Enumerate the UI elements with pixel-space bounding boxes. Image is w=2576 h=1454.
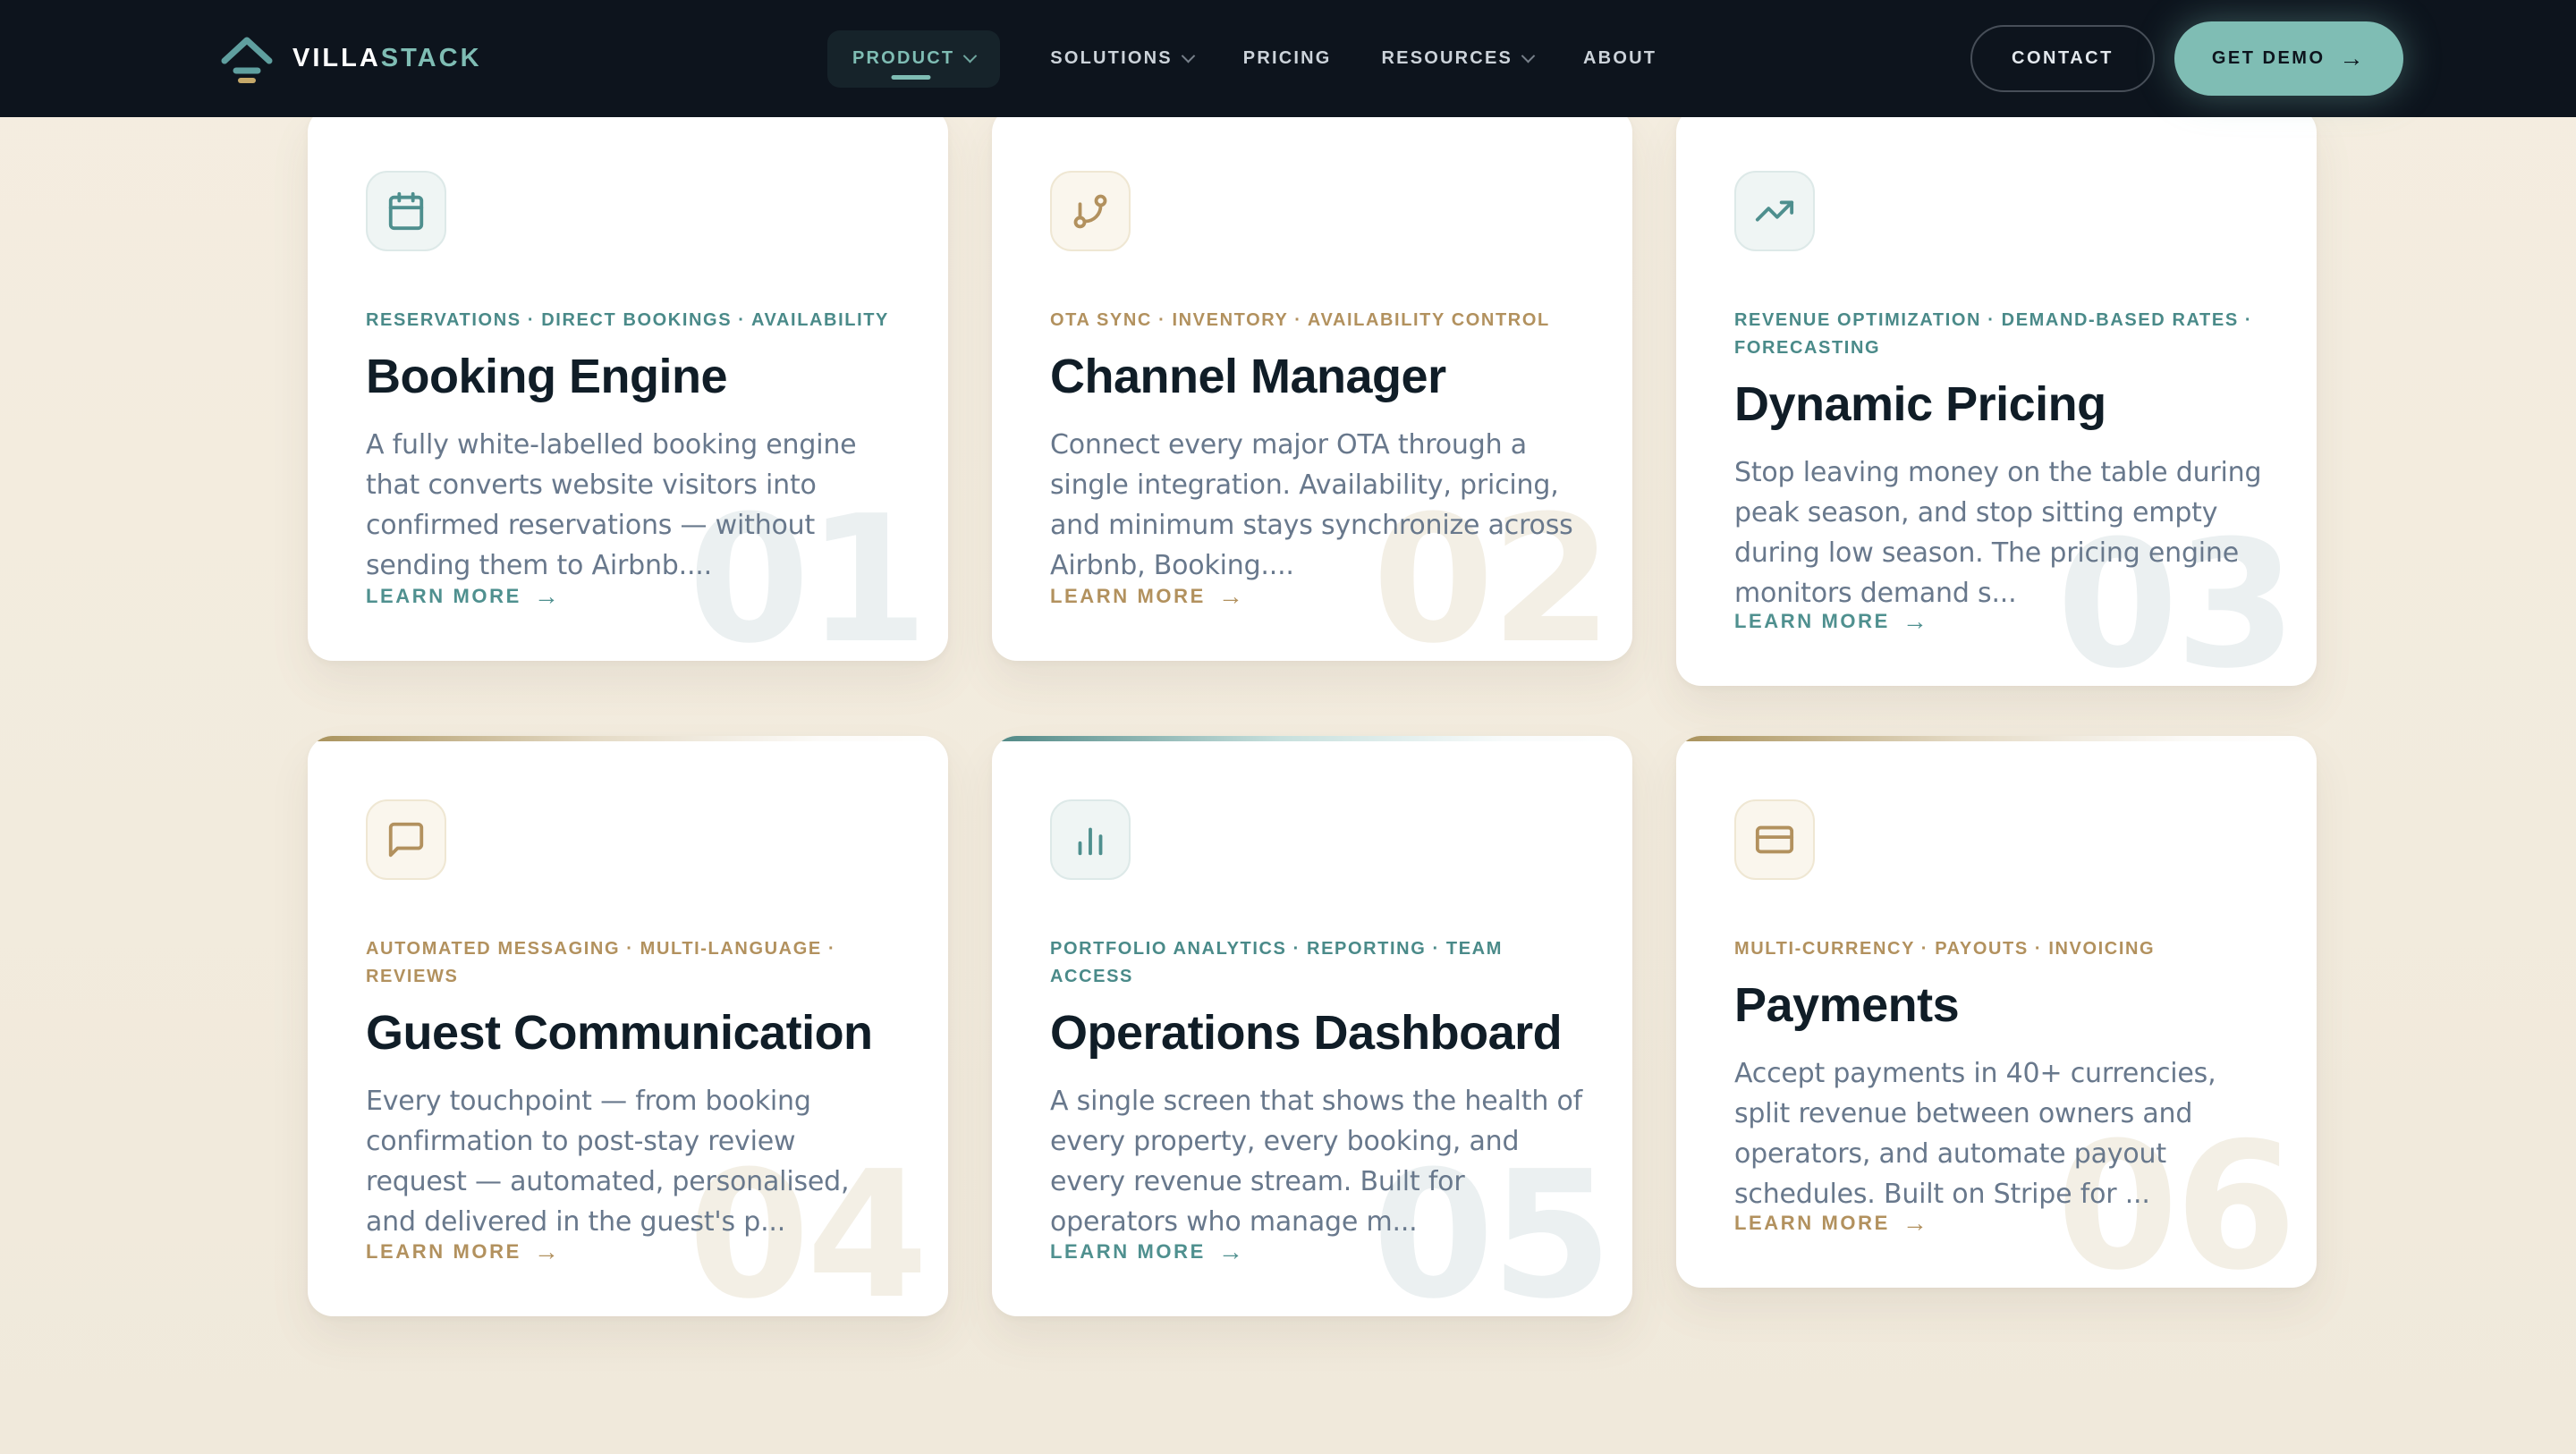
learn-more-link[interactable]: LEARN MORE → <box>1050 582 1243 611</box>
card-payments: 06 MULTI-CURRENCY · PAYOUTS · INVOICING … <box>1676 736 2317 1288</box>
arrow-right-icon: → <box>534 1238 559 1266</box>
brand-name: VILLASTACK <box>292 44 482 73</box>
card-tags: RESERVATIONS · DIRECT BOOKINGS · AVAILAB… <box>366 307 899 334</box>
bar-chart-icon <box>1050 799 1131 880</box>
arrow-right-icon: → <box>2340 45 2367 72</box>
chevron-down-icon <box>1182 49 1196 63</box>
learn-more-link[interactable]: LEARN MORE → <box>1734 607 1928 636</box>
message-square-icon <box>366 799 446 880</box>
card-title: Payments <box>1734 978 2267 1032</box>
card-description: Every touchpoint — from booking confirma… <box>366 1081 899 1242</box>
trending-up-icon <box>1734 171 1815 251</box>
calendar-icon <box>366 171 446 251</box>
arrow-right-icon: → <box>1218 1238 1243 1266</box>
nav-actions: CONTACT GET DEMO → <box>1970 0 2403 117</box>
card-tags: AUTOMATED MESSAGING · MULTI-LANGUAGE · R… <box>366 935 899 991</box>
card-title: Channel Manager <box>1050 350 1583 403</box>
card-guest-communication: 04 AUTOMATED MESSAGING · MULTI-LANGUAGE … <box>308 736 948 1316</box>
contact-button[interactable]: CONTACT <box>1970 25 2155 92</box>
learn-more-link[interactable]: LEARN MORE → <box>366 1238 559 1266</box>
card-description: Connect every major OTA through a single… <box>1050 425 1583 586</box>
learn-more-label: LEARN MORE <box>1734 610 1890 633</box>
card-channel-manager: 02 OTA SYNC · INVENTORY · AVAILABILITY C… <box>992 107 1632 661</box>
active-underline <box>891 75 930 80</box>
credit-card-icon <box>1734 799 1815 880</box>
nav-label: RESOURCES <box>1382 48 1513 69</box>
card-title: Guest Communication <box>366 1006 899 1060</box>
card-title: Dynamic Pricing <box>1734 377 2267 431</box>
card-tags: OTA SYNC · INVENTORY · AVAILABILITY CONT… <box>1050 307 1583 334</box>
nav-item-about[interactable]: ABOUT <box>1583 48 1657 69</box>
card-description: Stop leaving money on the table during p… <box>1734 452 2267 613</box>
nav-label: ABOUT <box>1583 48 1657 69</box>
card-operations-dashboard: 05 PORTFOLIO ANALYTICS · REPORTING · TEA… <box>992 736 1632 1316</box>
arrow-right-icon: → <box>1902 607 1928 636</box>
card-description: A single screen that shows the health of… <box>1050 1081 1583 1242</box>
card-tags: MULTI-CURRENCY · PAYOUTS · INVOICING <box>1734 935 2267 963</box>
arrow-right-icon: → <box>534 582 559 611</box>
chevron-down-icon <box>963 49 978 63</box>
nav-item-product[interactable]: PRODUCT <box>827 30 1000 88</box>
nav-item-resources[interactable]: RESOURCES <box>1382 48 1534 69</box>
nav-label: PRICING <box>1243 48 1332 69</box>
learn-more-link[interactable]: LEARN MORE → <box>1050 1238 1243 1266</box>
logo[interactable]: VILLASTACK <box>217 0 482 117</box>
card-description: Accept payments in 40+ currencies, split… <box>1734 1053 2267 1214</box>
card-tags: REVENUE OPTIMIZATION · DEMAND-BASED RATE… <box>1734 307 2267 362</box>
card-title: Booking Engine <box>366 350 899 403</box>
get-demo-button[interactable]: GET DEMO → <box>2174 21 2403 96</box>
arrow-right-icon: → <box>1218 582 1243 611</box>
product-cards-grid: 01 RESERVATIONS · DIRECT BOOKINGS · AVAI… <box>308 107 2317 1316</box>
card-tags: PORTFOLIO ANALYTICS · REPORTING · TEAM A… <box>1050 935 1583 991</box>
learn-more-label: LEARN MORE <box>1734 1212 1890 1235</box>
nav-label: PRODUCT <box>852 48 954 69</box>
learn-more-link[interactable]: LEARN MORE → <box>1734 1209 1928 1238</box>
git-branch-icon <box>1050 171 1131 251</box>
learn-more-label: LEARN MORE <box>366 585 521 608</box>
villa-roof-logo-icon <box>217 28 276 89</box>
learn-more-label: LEARN MORE <box>1050 585 1206 608</box>
learn-more-label: LEARN MORE <box>1050 1240 1206 1264</box>
main-nav: PRODUCT SOLUTIONS PRICING RESOURCES ABOU… <box>827 0 1657 117</box>
arrow-right-icon: → <box>1902 1209 1928 1238</box>
top-navbar: VILLASTACK PRODUCT SOLUTIONS PRICING RES… <box>0 0 2576 117</box>
chevron-down-icon <box>1521 49 1536 63</box>
nav-item-solutions[interactable]: SOLUTIONS <box>1050 48 1192 69</box>
learn-more-link[interactable]: LEARN MORE → <box>366 582 559 611</box>
card-title: Operations Dashboard <box>1050 1006 1583 1060</box>
card-description: A fully white-labelled booking engine th… <box>366 425 899 586</box>
get-demo-label: GET DEMO <box>2212 48 2326 69</box>
card-dynamic-pricing: 03 REVENUE OPTIMIZATION · DEMAND-BASED R… <box>1676 107 2317 686</box>
learn-more-label: LEARN MORE <box>366 1240 521 1264</box>
nav-item-pricing[interactable]: PRICING <box>1243 48 1332 69</box>
nav-label: SOLUTIONS <box>1050 48 1172 69</box>
card-booking-engine: 01 RESERVATIONS · DIRECT BOOKINGS · AVAI… <box>308 107 948 661</box>
